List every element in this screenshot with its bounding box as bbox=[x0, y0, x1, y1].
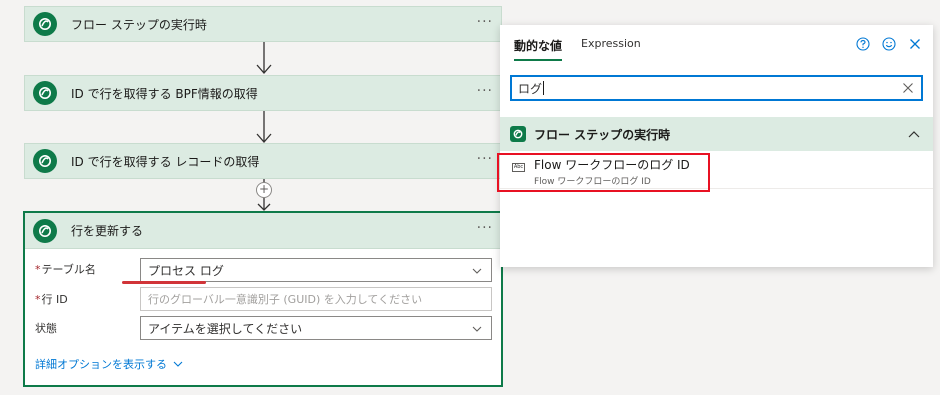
chevron-down-icon bbox=[472, 268, 482, 274]
row-id-label: *行 ID bbox=[35, 293, 68, 306]
step-title: ID で行を取得する レコードの取得 bbox=[71, 154, 260, 169]
dynamic-content-search-input[interactable]: ログ bbox=[510, 75, 923, 101]
dataverse-logo-icon bbox=[33, 218, 57, 243]
dataverse-logo-icon bbox=[33, 81, 57, 105]
text-cursor bbox=[543, 81, 545, 95]
connector-arrow-icon bbox=[256, 111, 272, 143]
chevron-down-icon bbox=[173, 361, 183, 367]
tab-bar: 動的な値 Expression bbox=[500, 25, 933, 63]
tab-dynamic-content[interactable]: 動的な値 bbox=[514, 37, 563, 61]
more-options-icon[interactable]: ··· bbox=[477, 14, 493, 30]
update-row-card: 行を更新する ··· *テーブル名 プロセス ログ *行 ID 行のグローバル一… bbox=[24, 212, 502, 386]
chevron-up-icon[interactable] bbox=[907, 128, 921, 140]
more-options-icon[interactable]: ··· bbox=[477, 151, 493, 167]
row-id-placeholder: 行のグローバル一意識別子 (GUID) を入力してください bbox=[148, 293, 423, 306]
step-flow-trigger[interactable]: フロー ステップの実行時 ··· bbox=[24, 6, 502, 42]
row-id-input[interactable]: 行のグローバル一意識別子 (GUID) を入力してください bbox=[140, 287, 492, 311]
card-header[interactable]: 行を更新する ··· bbox=[25, 213, 501, 249]
search-value: ログ bbox=[518, 81, 543, 96]
connector-arrow-icon bbox=[256, 42, 272, 74]
clear-search-icon[interactable] bbox=[901, 81, 915, 95]
dynamic-content-panel: 動的な値 Expression ログ フロー ステップの実行時 Abc Flow… bbox=[500, 25, 933, 267]
add-step-button[interactable]: + bbox=[256, 182, 272, 198]
tab-expression[interactable]: Expression bbox=[581, 37, 641, 50]
more-options-icon[interactable]: ··· bbox=[477, 83, 493, 99]
section-header-flow-trigger[interactable]: フロー ステップの実行時 bbox=[500, 117, 933, 151]
chevron-down-icon bbox=[472, 326, 482, 332]
status-select[interactable]: アイテムを選択してください bbox=[140, 316, 492, 340]
more-options-icon[interactable]: ··· bbox=[477, 220, 493, 236]
table-name-value: プロセス ログ bbox=[148, 263, 224, 278]
table-name-select[interactable]: プロセス ログ bbox=[140, 258, 492, 282]
table-name-label: *テーブル名 bbox=[35, 263, 96, 276]
status-label: 状態 bbox=[35, 322, 57, 335]
step-get-record[interactable]: ID で行を取得する レコードの取得 ··· bbox=[24, 143, 502, 179]
help-icon[interactable] bbox=[855, 36, 871, 52]
step-get-bpf[interactable]: ID で行を取得する BPF情報の取得 ··· bbox=[24, 75, 502, 111]
step-title: フロー ステップの実行時 bbox=[71, 17, 207, 32]
highlight-box bbox=[497, 153, 710, 192]
dataverse-logo-icon bbox=[33, 149, 57, 173]
feedback-smiley-icon[interactable] bbox=[881, 36, 897, 52]
dataverse-logo-icon bbox=[33, 12, 57, 36]
section-title: フロー ステップの実行時 bbox=[534, 127, 671, 142]
status-value: アイテムを選択してください bbox=[148, 321, 303, 336]
step-title: ID で行を取得する BPF情報の取得 bbox=[71, 86, 258, 101]
close-icon[interactable] bbox=[907, 36, 923, 52]
annotation-underline bbox=[122, 281, 206, 284]
show-advanced-options-link[interactable]: 詳細オプションを表示する bbox=[35, 356, 183, 372]
panel-toolbar bbox=[855, 36, 923, 52]
card-title: 行を更新する bbox=[71, 224, 144, 238]
dataverse-logo-icon bbox=[510, 126, 526, 142]
